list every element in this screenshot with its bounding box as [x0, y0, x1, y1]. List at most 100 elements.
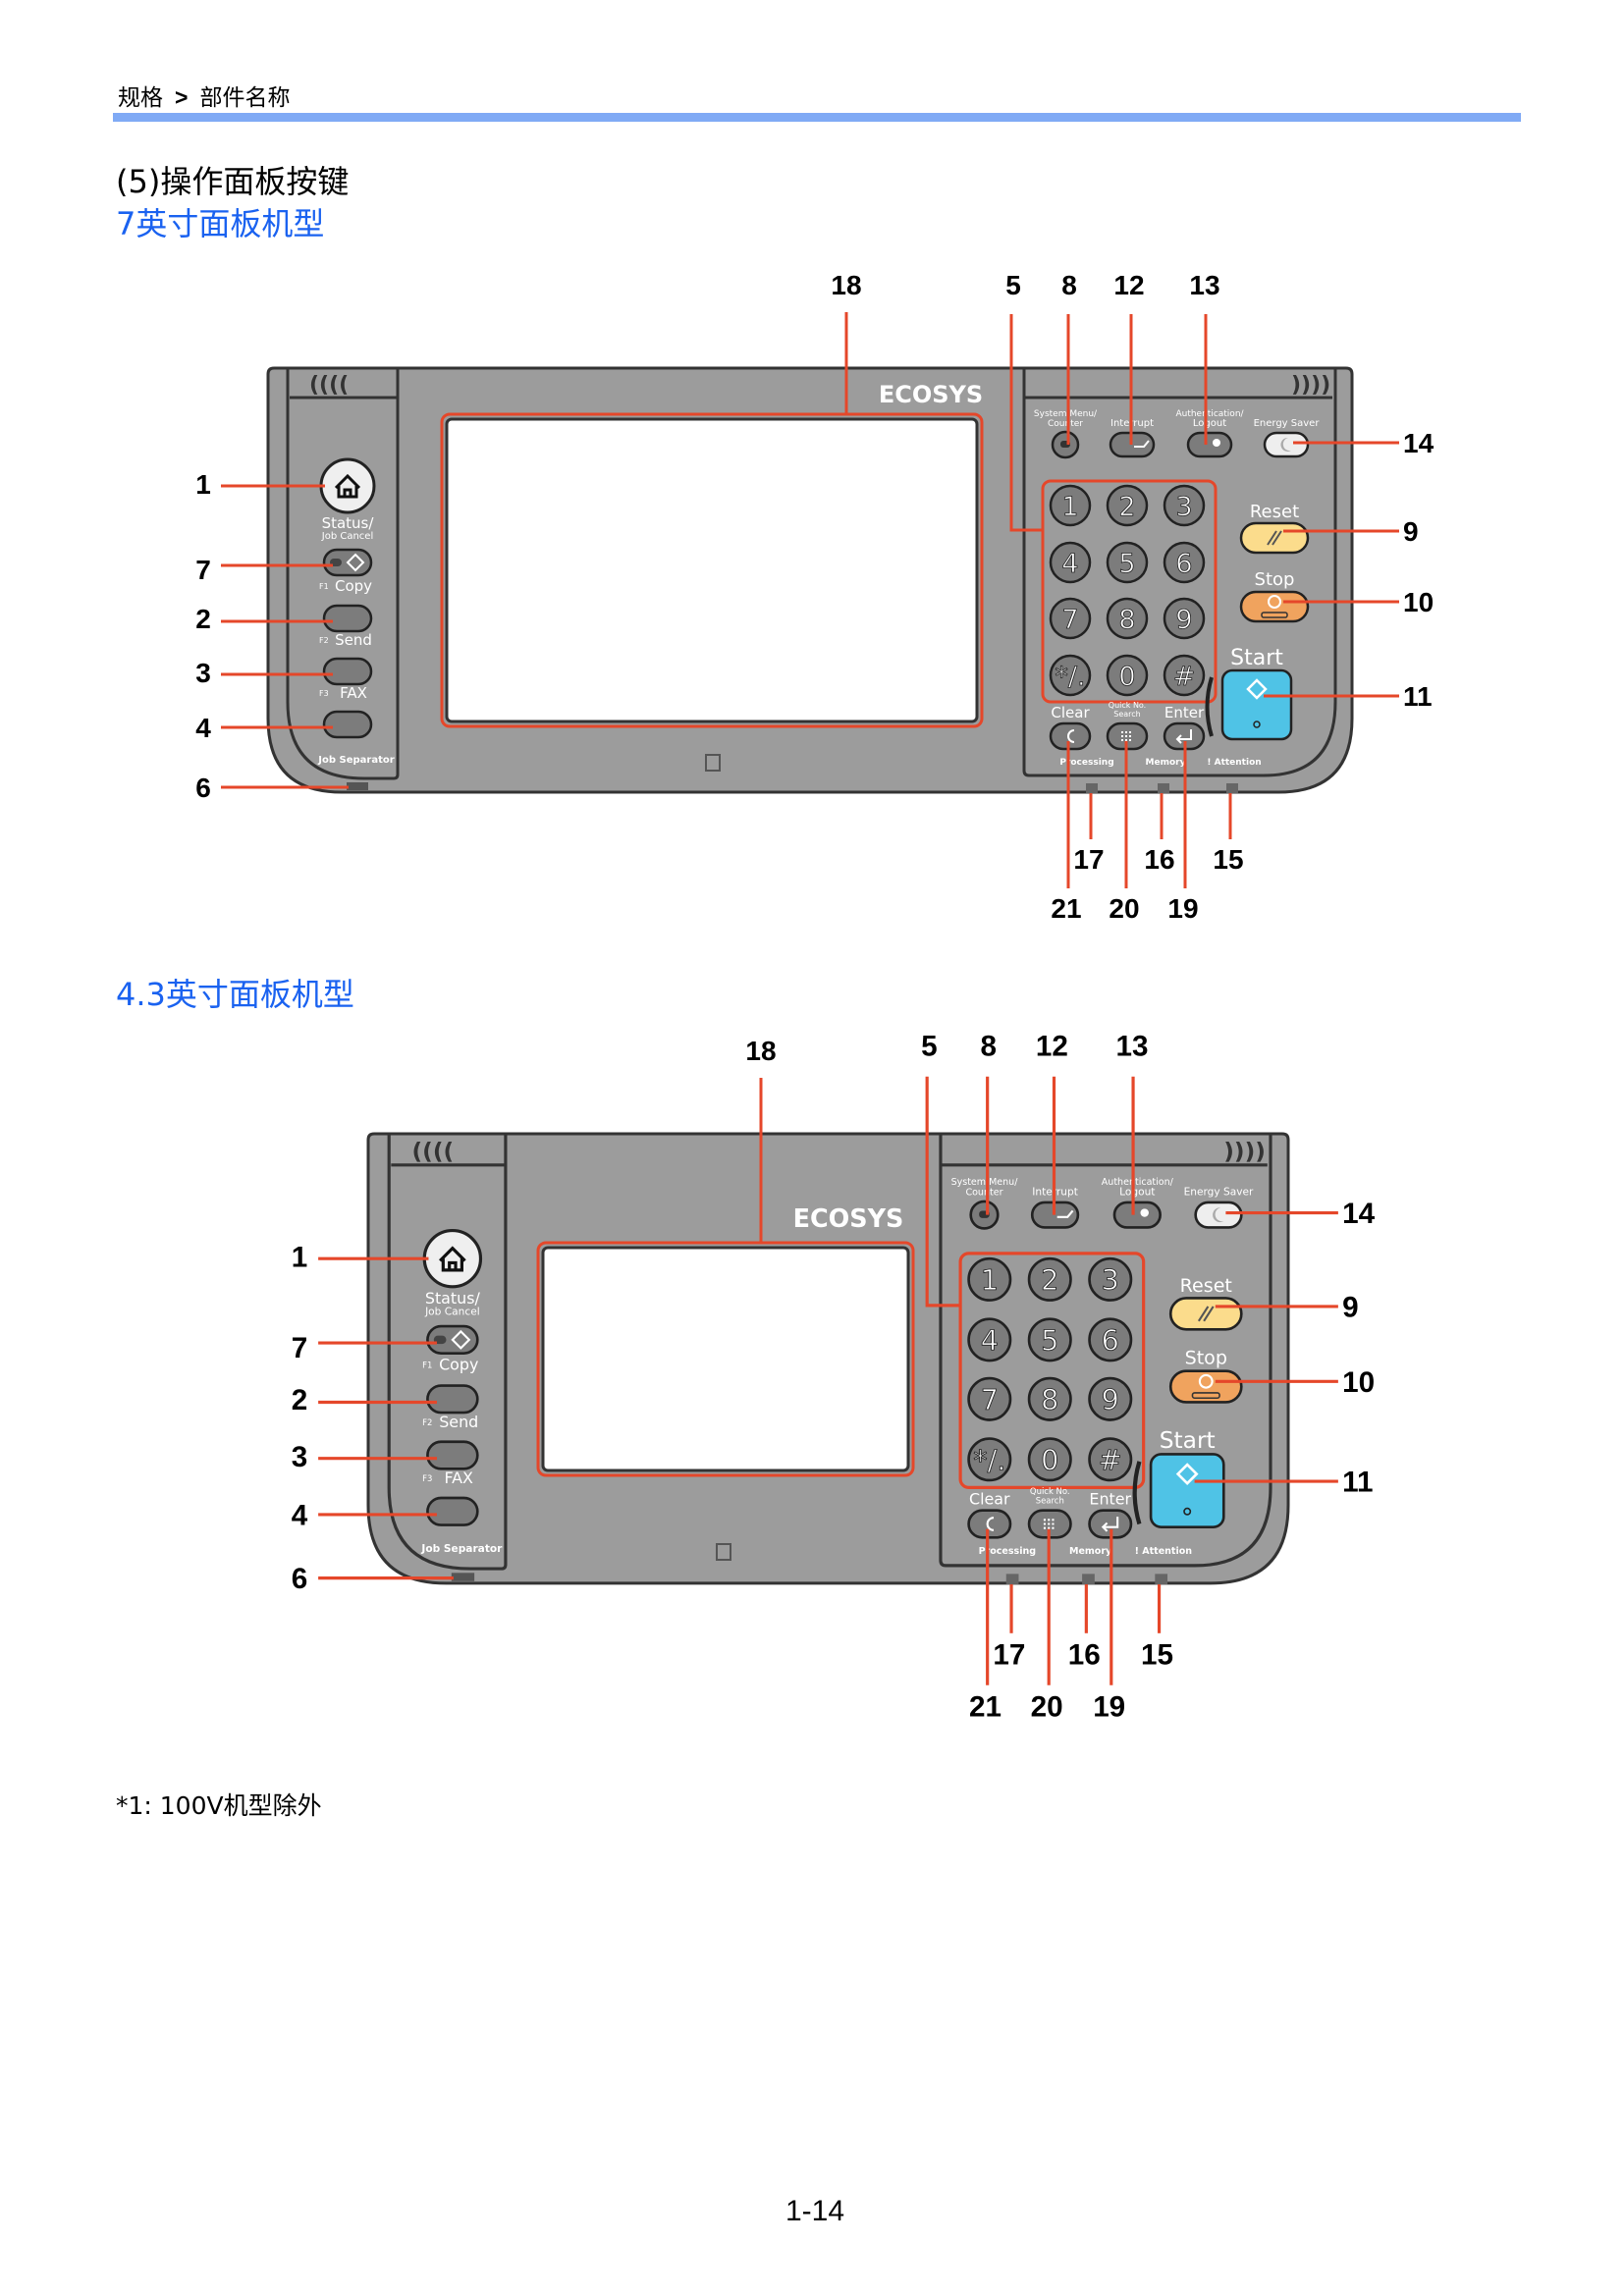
- callout-stop: 10: [1342, 1366, 1375, 1399]
- logout-label: Logout: [1193, 418, 1226, 429]
- user-icon: [1140, 1208, 1149, 1217]
- callout-energy_saver: 14: [1342, 1198, 1375, 1230]
- search-label: Search: [1036, 1495, 1064, 1505]
- clear-button[interactable]: [967, 1509, 1012, 1539]
- memory-label: Memory: [1146, 758, 1186, 768]
- counter-label: Counter: [965, 1188, 1002, 1199]
- numeric-key-label: 3: [1175, 492, 1192, 522]
- energy-saver-label: Energy Saver: [1254, 418, 1321, 429]
- clear-button[interactable]: [1049, 721, 1092, 751]
- memory_led: [1082, 1574, 1095, 1584]
- fax-button[interactable]: [322, 710, 373, 739]
- callout-memory_led: 16: [1144, 844, 1174, 875]
- memory-label: Memory: [1069, 1546, 1112, 1557]
- attention-label: ! Attention: [1135, 1546, 1193, 1557]
- job-separator-led: [451, 1573, 475, 1581]
- f3-label: F3: [319, 689, 329, 698]
- energy-saver-button[interactable]: [1263, 431, 1310, 458]
- job-cancel-label: Job Cancel: [424, 1306, 480, 1317]
- callout-send: 3: [195, 658, 211, 688]
- copy-label: Copy: [439, 1356, 478, 1374]
- memory_led: [1158, 783, 1169, 793]
- callout-fax: 4: [195, 713, 211, 743]
- copy-label: Copy: [335, 577, 372, 595]
- reset-button[interactable]: [1168, 1297, 1243, 1331]
- numeric-key-label: 2: [1118, 492, 1135, 522]
- start-label: Start: [1230, 646, 1283, 670]
- send-button[interactable]: [426, 1440, 479, 1470]
- callout-stop: 10: [1403, 587, 1434, 617]
- numeric-key-label: 0: [1041, 1443, 1058, 1476]
- numeric-key-label: #: [1173, 662, 1196, 692]
- job-cancel-label: Job Cancel: [321, 531, 373, 542]
- processing_led: [1086, 783, 1098, 793]
- home-button[interactable]: [422, 1228, 483, 1289]
- grip-icon: )))): [1223, 1138, 1266, 1164]
- numeric-key-label: 1: [1061, 492, 1078, 522]
- numeric-key-label: 7: [1061, 605, 1078, 635]
- attention-label: ! Attention: [1207, 758, 1261, 768]
- callout-send: 3: [292, 1441, 308, 1473]
- callout-fax: 4: [292, 1500, 308, 1532]
- callout-status_job_cancel: 7: [292, 1332, 308, 1364]
- numeric-key-label: 5: [1118, 549, 1135, 579]
- system-menu-label: System Menu/: [951, 1177, 1019, 1188]
- processing_led: [1005, 1574, 1019, 1584]
- numeric-key-label: */.: [973, 1443, 1005, 1476]
- copy-button[interactable]: [426, 1384, 479, 1415]
- callout-reset: 9: [1403, 516, 1419, 547]
- fax-button[interactable]: [426, 1496, 479, 1526]
- status-label: Status/: [425, 1289, 481, 1308]
- enter-label: Enter: [1089, 1489, 1131, 1508]
- job-separator-led: [347, 782, 368, 790]
- touch-panel-screen[interactable]: [445, 417, 979, 723]
- callout-home: 1: [195, 469, 211, 500]
- quick-no-label: Quick No.: [1030, 1486, 1070, 1496]
- callout-system_menu: 8: [1061, 270, 1077, 300]
- numeric-key-label: 8: [1041, 1383, 1058, 1416]
- callout-start: 11: [1403, 681, 1433, 712]
- attention_led: [1155, 1574, 1168, 1584]
- callout-interrupt: 12: [1036, 1031, 1068, 1063]
- fax-label: FAX: [445, 1468, 474, 1487]
- copy-button[interactable]: [322, 604, 373, 633]
- numeric-key-label: 0: [1118, 662, 1135, 692]
- reset-button[interactable]: [1239, 521, 1310, 555]
- numeric-key-label: 4: [981, 1323, 999, 1357]
- callout-interrupt: 12: [1113, 270, 1144, 300]
- numeric-key-label: #: [1099, 1443, 1122, 1476]
- authentication-logout-button[interactable]: [1112, 1201, 1162, 1229]
- numeric-key-label: 8: [1118, 605, 1135, 635]
- callout-enter: 19: [1093, 1691, 1125, 1724]
- callout-copy: 2: [292, 1384, 308, 1416]
- callout-touch_panel: 18: [831, 270, 861, 300]
- authentication-logout-button[interactable]: [1186, 431, 1233, 458]
- callout-numeric_keys: 5: [921, 1031, 938, 1063]
- f2-label: F2: [319, 636, 329, 645]
- callout-clear: 21: [1051, 893, 1081, 924]
- numeric-key-label: 1: [981, 1263, 999, 1297]
- grip-icon: ((((: [412, 1138, 455, 1164]
- energy-saver-button[interactable]: [1194, 1201, 1243, 1229]
- numeric-key-label: 6: [1102, 1323, 1119, 1357]
- energy-saver-label: Energy Saver: [1184, 1187, 1254, 1199]
- callout-status_job_cancel: 7: [195, 555, 211, 585]
- f1-label: F1: [422, 1361, 432, 1370]
- counter-label: Counter: [1048, 419, 1083, 429]
- callout-authentication: 13: [1189, 270, 1219, 300]
- ecosys-logo: ECOSYS: [793, 1203, 904, 1233]
- grip-icon: )))): [1291, 373, 1330, 398]
- numeric-key-label: 5: [1041, 1323, 1058, 1357]
- callout-numeric_keys: 5: [1005, 270, 1021, 300]
- send-button[interactable]: [322, 657, 373, 686]
- logout-label: Logout: [1119, 1187, 1155, 1199]
- home-button[interactable]: [319, 457, 376, 514]
- job-separator-label: Job Separator: [420, 1543, 503, 1555]
- callout-home: 1: [292, 1242, 308, 1274]
- callout-start: 11: [1342, 1467, 1373, 1499]
- callout-reset: 9: [1342, 1292, 1359, 1324]
- touch-panel-screen[interactable]: [541, 1246, 910, 1472]
- clear-label: Clear: [1051, 704, 1090, 721]
- enter-label: Enter: [1164, 704, 1205, 721]
- numeric-key-label: 6: [1175, 549, 1192, 579]
